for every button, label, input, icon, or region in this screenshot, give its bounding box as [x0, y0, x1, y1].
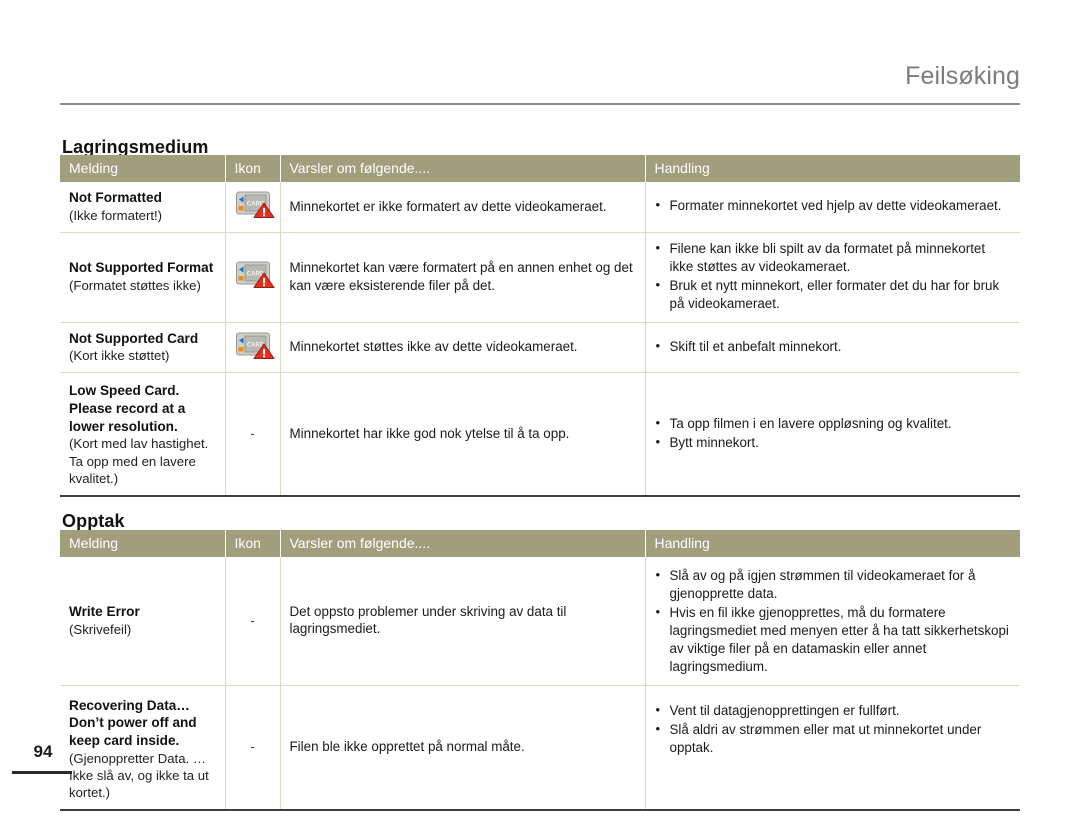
header-rule: [60, 103, 1020, 105]
action-item: Formater minnekortet ved hjelp av dette …: [655, 196, 1012, 215]
table-row: Low Speed Card. Please record at a lower…: [60, 372, 1020, 497]
memory-card-warning-icon: CARD: [235, 259, 275, 289]
table-header-row: Melding Ikon Varsler om følgende.... Han…: [60, 530, 1020, 557]
message-english: Not Supported Format: [69, 260, 214, 276]
cell-message: Recovering Data… Don’t power off and kee…: [60, 685, 226, 812]
action-list: Ta opp filmen i en lavere oppløsning og …: [655, 414, 1012, 452]
column-header-warning: Varsler om følgende....: [280, 155, 646, 182]
cell-icon: CARD: [225, 322, 281, 374]
table-row: Not Supported Card (Kort ikke støttet) C…: [60, 322, 1020, 374]
cell-action: Formater minnekortet ved hjelp av dette …: [645, 182, 1020, 233]
cell-icon: -: [225, 685, 281, 812]
warning-text: Det oppsto problemer under skriving av d…: [289, 603, 567, 637]
cell-message: Low Speed Card. Please record at a lower…: [60, 372, 226, 497]
message-norwegian: (Skrivefeil): [69, 621, 132, 637]
dash-placeholder: -: [250, 612, 255, 628]
cell-icon: -: [225, 557, 281, 686]
message-english: Not Supported Card: [69, 330, 199, 346]
table-storage-medium: Melding Ikon Varsler om følgende.... Han…: [60, 155, 1020, 497]
action-item: Ta opp filmen i en lavere oppløsning og …: [655, 414, 1012, 433]
action-item: Slå aldri av strømmen eller mat ut minne…: [655, 720, 1012, 757]
message-english: Recovering Data… Don’t power off and kee…: [69, 697, 197, 749]
table-row: Write Error (Skrivefeil) - Det oppsto pr…: [60, 557, 1020, 686]
action-item: Hvis en fil ikke gjenopprettes, må du fo…: [655, 603, 1012, 676]
message-norwegian: (Ikke formatert!): [69, 207, 163, 223]
cell-warning: Minnekortet støttes ikke av dette videok…: [280, 322, 646, 374]
cell-message: Not Supported Card (Kort ikke støttet): [60, 322, 226, 374]
cell-action: Vent til datagjenopprettingen er fullfør…: [645, 685, 1020, 812]
cell-warning: Minnekortet kan være formatert på en ann…: [280, 232, 646, 323]
cell-warning: Minnekortet er ikke formatert av dette v…: [280, 182, 646, 233]
column-header-message: Melding: [60, 530, 226, 557]
document-page: Feilsøking 94 Lagringsmedium Melding Iko…: [0, 0, 1080, 825]
table-body: Not Formatted (Ikke formatert!) CARD Min…: [60, 182, 1020, 497]
cell-icon: CARD: [225, 232, 281, 323]
dash-placeholder: -: [250, 739, 255, 755]
warning-text: Minnekortet kan være formatert på en ann…: [289, 259, 633, 293]
action-item: Filene kan ikke bli spilt av da formatet…: [655, 239, 1012, 276]
action-list: Filene kan ikke bli spilt av da formatet…: [655, 239, 1012, 313]
table-row: Recovering Data… Don’t power off and kee…: [60, 685, 1020, 812]
message-english: Not Formatted: [69, 190, 162, 205]
action-list: Skift til et anbefalt minnekort.: [655, 337, 1012, 356]
cell-action: Skift til et anbefalt minnekort.: [645, 322, 1020, 374]
action-list: Vent til datagjenopprettingen er fullfør…: [655, 701, 1012, 757]
cell-warning: Det oppsto problemer under skriving av d…: [280, 557, 646, 686]
cell-action: Ta opp filmen i en lavere oppløsning og …: [645, 372, 1020, 497]
section-title-record: Opptak: [62, 510, 125, 531]
action-item: Bytt minnekort.: [655, 433, 1012, 452]
warning-text: Minnekortet er ikke formatert av dette v…: [289, 198, 607, 214]
column-header-icon: Ikon: [225, 530, 281, 557]
message-norwegian: (Formatet støttes ikke): [69, 277, 201, 293]
table-recording: Melding Ikon Varsler om følgende.... Han…: [60, 530, 1020, 812]
column-header-warning: Varsler om følgende....: [280, 530, 646, 557]
column-header-icon: Ikon: [225, 155, 281, 182]
message-norwegian: (Kort med lav hastighet. Ta opp med en l…: [69, 436, 209, 486]
action-item: Skift til et anbefalt minnekort.: [655, 337, 1012, 356]
table-row: Not Supported Format (Formatet støttes i…: [60, 232, 1020, 323]
running-head: Feilsøking: [905, 62, 1020, 90]
cell-warning: Filen ble ikke opprettet på normal måte.: [280, 685, 646, 812]
cell-action: Slå av og på igjen strømmen til videokam…: [645, 557, 1020, 686]
action-item: Bruk et nytt minnekort, eller formater d…: [655, 276, 1012, 313]
column-header-action: Handling: [645, 155, 1020, 182]
table-row: Not Formatted (Ikke formatert!) CARD Min…: [60, 182, 1020, 233]
cell-warning: Minnekortet har ikke god nok ytelse til …: [280, 372, 646, 497]
action-list: Slå av og på igjen strømmen til videokam…: [655, 566, 1012, 676]
cell-message: Not Formatted (Ikke formatert!): [60, 182, 226, 233]
column-header-message: Melding: [60, 155, 226, 182]
action-item: Vent til datagjenopprettingen er fullfør…: [655, 701, 1012, 720]
message-norwegian: (Kort ikke støttet): [69, 348, 170, 364]
action-list: Formater minnekortet ved hjelp av dette …: [655, 196, 1012, 215]
message-norwegian: (Gjenoppretter Data. … Ikke slå av, og i…: [69, 750, 209, 801]
cell-icon: CARD: [225, 182, 281, 233]
warning-text: Filen ble ikke opprettet på normal måte.: [289, 739, 525, 755]
warning-text: Minnekortet har ikke god nok ytelse til …: [289, 425, 570, 441]
action-item: Slå av og på igjen strømmen til videokam…: [655, 566, 1012, 603]
warning-text: Minnekortet støttes ikke av dette videok…: [289, 339, 578, 355]
table-header-row: Melding Ikon Varsler om følgende.... Han…: [60, 155, 1020, 182]
dash-placeholder: -: [250, 425, 255, 441]
memory-card-warning-icon: CARD: [235, 189, 275, 219]
cell-message: Not Supported Format (Formatet støttes i…: [60, 232, 226, 323]
memory-card-warning-icon: CARD: [235, 330, 275, 360]
message-english: Write Error: [69, 603, 140, 619]
cell-icon: -: [225, 372, 281, 497]
cell-message: Write Error (Skrivefeil): [60, 557, 226, 686]
message-english: Low Speed Card. Please record at a lower…: [69, 383, 186, 434]
column-header-action: Handling: [645, 530, 1020, 557]
table-body: Write Error (Skrivefeil) - Det oppsto pr…: [60, 557, 1020, 812]
cell-action: Filene kan ikke bli spilt av da formatet…: [645, 232, 1020, 323]
